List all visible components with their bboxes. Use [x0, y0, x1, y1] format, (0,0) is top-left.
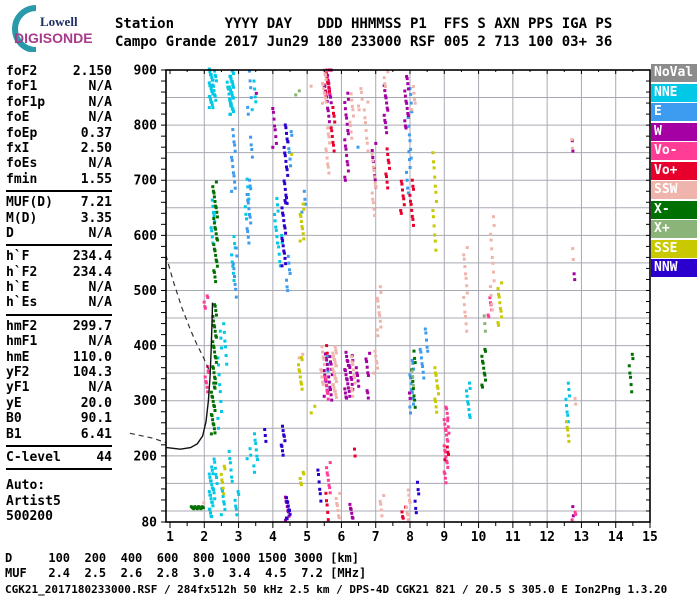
- scatter-W: [254, 68, 577, 522]
- x-tick-label: 7: [372, 530, 380, 545]
- ionogram-plot: 900800700600500400300200801 2 3 4 5 6 7 8 9 10 11 1…: [129, 64, 658, 545]
- scatter-SSW: [202, 68, 578, 522]
- scatter-Vo-: [202, 69, 578, 522]
- grid: [166, 70, 650, 522]
- x-tick-label: 10: [471, 530, 487, 545]
- profile-left-dash: [129, 432, 167, 444]
- y-tick-label: 500: [134, 284, 158, 299]
- legend-item-NoVal: NoVal: [651, 64, 697, 82]
- x-tick-label: 15: [642, 530, 658, 545]
- x-tick-label: 14: [608, 530, 624, 545]
- muf-transmission-curve: [165, 255, 210, 372]
- footer-info-line: CGK21_2017180233000.RSF / 284fx512h 50 k…: [5, 583, 668, 596]
- distance-row: D 100 200 400 600 800 1000 1500 3000 [km…: [5, 551, 360, 565]
- axis-ticks: [161, 69, 651, 528]
- muf-row: MUF 2.4 2.5 2.6 2.8 3.0 3.4 4.5 7.2 [MHz…: [5, 566, 367, 580]
- x-tick-label: 3: [235, 530, 243, 545]
- y-tick-label: 700: [134, 174, 158, 189]
- y-tick-label: 600: [134, 229, 158, 244]
- x-tick-label: 8: [406, 530, 414, 545]
- y-tick-label: 200: [134, 449, 158, 464]
- legend-item-W: W: [651, 122, 697, 141]
- scatter-Vo+: [324, 68, 450, 522]
- echo-points: [189, 67, 635, 522]
- e-layer-trace: [189, 505, 205, 511]
- scatter-X+: [294, 89, 487, 387]
- x-tick-label: 13: [574, 530, 590, 545]
- y-tick-label: 400: [134, 339, 158, 354]
- legend-item-NNW: NNW: [651, 259, 697, 277]
- y-tick-label: 80: [141, 516, 157, 531]
- echo-direction-legend: NoVal NNE E W Vo- Vo+ SSW X- X+ SSE NNW: [651, 64, 698, 279]
- legend-item-Vo-: Vo-: [651, 142, 697, 160]
- x-tick-label: 11: [505, 530, 521, 545]
- legend-item-Vo+: Vo+: [651, 161, 697, 180]
- legend-item-X-: X-: [651, 200, 697, 219]
- legend-item-X+: X+: [651, 220, 697, 238]
- legend-item-NNE: NNE: [651, 83, 697, 102]
- y-tick-label: 900: [134, 64, 158, 79]
- x-tick-label: 2: [200, 530, 208, 545]
- x-tick-label: 9: [440, 530, 448, 545]
- y-tick-label: 800: [134, 119, 158, 134]
- legend-item-SSE: SSE: [651, 239, 697, 258]
- x-tick-label: 4: [269, 530, 277, 545]
- legend-item-SSW: SSW: [651, 181, 697, 199]
- legend-item-E: E: [651, 103, 697, 121]
- x-tick-label: 12: [539, 530, 555, 545]
- y-tick-label: 300: [134, 394, 158, 409]
- scatter-NNE: [207, 67, 571, 519]
- x-tick-label: 6: [338, 530, 346, 545]
- x-tick-label: 1: [166, 530, 174, 545]
- digisonde-ionogram-screen: Lowell DIGISONDE Station YYYY DAY DDD HH…: [0, 0, 700, 600]
- x-tick-label: 5: [303, 530, 311, 545]
